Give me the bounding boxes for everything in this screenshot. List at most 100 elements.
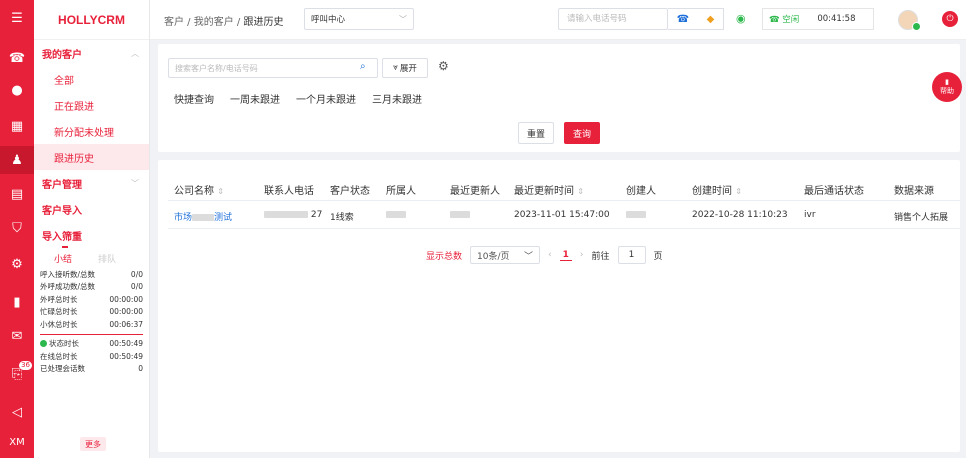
- cell-company[interactable]: 市场 测试: [174, 210, 232, 223]
- stat-label: 已处理会话数: [40, 364, 85, 374]
- stats-tabs: 小结 排队: [34, 246, 149, 268]
- customer-icon[interactable]: ♟: [0, 146, 34, 174]
- notification-icon[interactable]: ⎘ 36: [0, 360, 34, 388]
- quick-filter-label: 快捷查询: [174, 95, 214, 106]
- menu-group-dedupe[interactable]: 导入筛重: [34, 222, 149, 248]
- shield-icon[interactable]: ⛉: [0, 214, 34, 242]
- expand-button[interactable]: ⩔ 展开: [382, 58, 428, 78]
- history-table: 公司名称 ⇕ 联系人电话 客户状态 所属人 最近更新人 最近更新时间 ⇕ 创建人…: [158, 160, 960, 452]
- clipboard-icon[interactable]: ▤: [0, 180, 34, 208]
- breadcrumb-item[interactable]: 客户: [164, 17, 184, 28]
- grid-icon[interactable]: ▦: [0, 112, 34, 140]
- breadcrumb: 客户 / 我的客户 / 跟进历史: [164, 17, 284, 28]
- column-header-call-status: 最后通话状态: [804, 186, 864, 197]
- current-page[interactable]: 1: [559, 250, 572, 261]
- menu-group-import[interactable]: 客户导入: [34, 196, 149, 222]
- quick-filter-week[interactable]: 一周未跟进: [230, 91, 280, 106]
- cell-phone: 27: [264, 210, 322, 220]
- stat-divider: [40, 333, 143, 335]
- menu-item-follow-history[interactable]: 跟进历史: [34, 144, 149, 170]
- dial-icon[interactable]: ☎: [677, 14, 689, 25]
- page-size-select[interactable]: 10条/页 ﹀: [470, 246, 541, 264]
- menu-group-label: 客户管理: [42, 179, 82, 191]
- agent-status[interactable]: ☎ 空闲 00:41:58: [762, 8, 874, 30]
- channel-select-value: 呼叫中心: [311, 15, 346, 25]
- gear-icon[interactable]: ⚙: [438, 59, 449, 73]
- search-input[interactable]: [168, 58, 378, 78]
- stat-value: 00:06:37: [109, 319, 143, 329]
- power-icon[interactable]: ⏻: [942, 11, 958, 27]
- robot-icon[interactable]: ⚙: [0, 250, 34, 278]
- column-header-updater: 最近更新人: [450, 186, 500, 197]
- chat-icon[interactable]: ●: [0, 76, 34, 104]
- help-button[interactable]: ▮ 帮助: [932, 72, 962, 102]
- status-dot-icon: [40, 340, 47, 348]
- column-header-created-at[interactable]: 创建时间 ⇕: [692, 182, 742, 197]
- wifi-icon: ◉: [736, 12, 746, 25]
- menu-item-all[interactable]: 全部: [34, 66, 149, 92]
- breadcrumb-current: 跟进历史: [243, 17, 284, 28]
- help-label: 帮助: [940, 87, 954, 95]
- stat-row: 已处理会话数 0: [34, 363, 149, 376]
- cell-source: 销售个人拓展: [894, 213, 949, 223]
- menu-item-new-assigned[interactable]: 新分配未处理: [34, 118, 149, 144]
- menu-group-label: 我的客户: [42, 49, 82, 61]
- icon-rail: ☰ ☎ ● ▦ ♟ ▤ ⛉ ⚙ ▮ ✉ ⎘ 36 ◁ XM: [0, 0, 34, 458]
- column-header-updated-at[interactable]: 最近更新时间 ⇕: [514, 182, 584, 197]
- brand-logo: HOLLYCRM: [34, 0, 149, 40]
- agent-status-text: 空闲: [782, 15, 800, 25]
- filter-icon: ⩔: [393, 63, 398, 73]
- bar-chart-icon[interactable]: ▮: [0, 288, 34, 316]
- goto-page-input[interactable]: 1: [617, 246, 646, 264]
- stat-value: 00:00:00: [109, 307, 143, 317]
- tab-queue[interactable]: 排队: [98, 252, 116, 268]
- cell-call-status: ivr: [804, 210, 816, 220]
- phone-icon[interactable]: ☎: [0, 44, 34, 72]
- stat-row: 小休总时长 00:06:37: [34, 318, 149, 331]
- sort-icon: ⇕: [217, 187, 224, 196]
- transfer-icon[interactable]: ◆: [707, 14, 715, 25]
- menu-group-label: 导入筛重: [42, 231, 82, 243]
- column-header-source: 数据来源: [894, 186, 934, 197]
- table-row-divider: [168, 228, 960, 229]
- channel-select[interactable]: 呼叫中心 ﹀: [304, 8, 414, 30]
- agent-status-label: ☎ 空闲: [769, 15, 800, 25]
- next-page-icon[interactable]: ›: [580, 250, 584, 260]
- phone-number-input[interactable]: [558, 8, 668, 30]
- search-panel: ⌕ ⩔ 展开 ⚙ 快捷查询 一周未跟进 一个月未跟进 三月未跟进 重置 查询: [158, 44, 960, 152]
- query-button[interactable]: 查询: [564, 122, 600, 144]
- sort-icon: ⇕: [577, 187, 584, 196]
- side-menu: HOLLYCRM 我的客户 ︿ 全部 正在跟进 新分配未处理 跟进历史 客户管理…: [34, 0, 150, 458]
- stat-value: 00:00:00: [109, 294, 143, 304]
- cell-updated-at: 2023-11-01 15:47:00: [514, 210, 610, 220]
- search-icon[interactable]: ⌕: [360, 61, 366, 72]
- page-size-value: 10条/页: [477, 251, 510, 262]
- message-icon[interactable]: ✉: [0, 322, 34, 350]
- top-bar: 客户 / 我的客户 / 跟进历史 呼叫中心 ﹀ ☎ ◆ ◉ ☎ 空闲 00:41…: [150, 0, 966, 40]
- stat-label: 状态时长: [49, 339, 79, 349]
- goto-label: 前往: [591, 251, 610, 262]
- rail-footer-label: XM: [9, 436, 25, 448]
- menu-item-following[interactable]: 正在跟进: [34, 92, 149, 118]
- stat-value: 00:50:49: [109, 351, 143, 361]
- menu-group-customer-manage[interactable]: 客户管理 ﹀: [34, 170, 149, 196]
- stat-row: 在线总时长 00:50:49: [34, 350, 149, 363]
- reset-button[interactable]: 重置: [518, 122, 554, 144]
- breadcrumb-item[interactable]: 我的客户: [194, 17, 234, 28]
- tab-summary[interactable]: 小结: [54, 246, 72, 268]
- stat-value: 0: [138, 364, 143, 374]
- quick-filter-three-months[interactable]: 三月未跟进: [372, 91, 422, 106]
- cell-owner: [386, 210, 406, 220]
- pagination: 显示总数 10条/页 ﹀ ‹ 1 › 前往 1 页: [426, 246, 663, 264]
- quick-filter-month[interactable]: 一个月未跟进: [296, 91, 356, 106]
- menu-toggle-icon[interactable]: ☰: [0, 4, 34, 32]
- stat-label: 忙碌总时长: [40, 307, 78, 317]
- column-header-status: 客户状态: [330, 186, 370, 197]
- megaphone-icon[interactable]: ◁: [0, 398, 34, 426]
- more-button[interactable]: 更多: [80, 437, 106, 451]
- cell-created-at: 2022-10-28 11:10:23: [692, 210, 788, 220]
- stat-value: 0/0: [130, 269, 143, 279]
- prev-page-icon[interactable]: ‹: [548, 250, 552, 260]
- column-header-company[interactable]: 公司名称 ⇕: [174, 182, 224, 197]
- menu-group-my-customers[interactable]: 我的客户 ︿: [34, 40, 149, 66]
